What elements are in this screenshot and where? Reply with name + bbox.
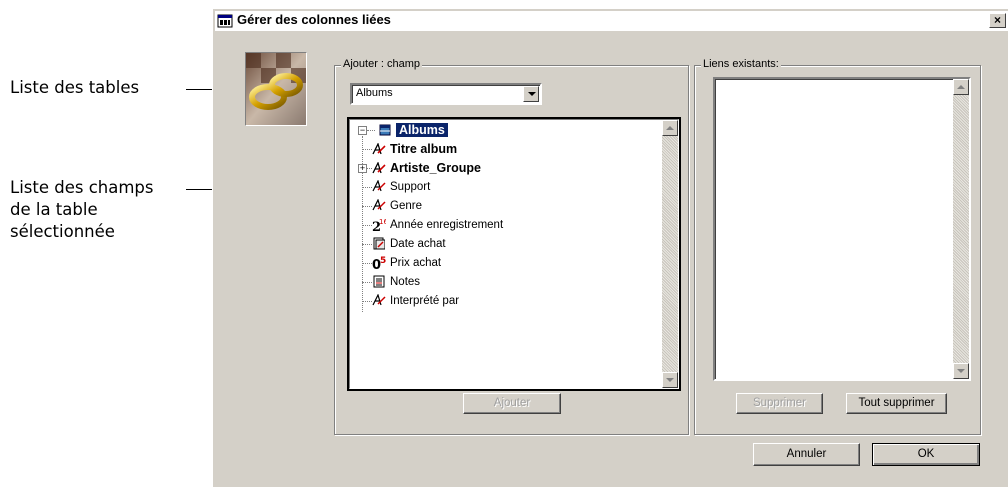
field-item-interprete-par[interactable]: Interprété par xyxy=(372,292,459,311)
scroll-up-icon[interactable] xyxy=(662,120,678,136)
scroll-up-icon[interactable] xyxy=(953,79,969,95)
field-item-titre-album[interactable]: Titre album xyxy=(372,140,457,159)
dialog-title: Gérer des colonnes liées xyxy=(237,12,391,27)
field-item-genre[interactable]: Genre xyxy=(372,197,422,216)
field-label: Date achat xyxy=(390,238,446,250)
field-label: Interprété par xyxy=(390,295,460,307)
add-button[interactable]: Ajouter xyxy=(463,393,561,414)
close-button[interactable]: × xyxy=(989,13,1006,28)
fields-tree[interactable]: − Albums Titre album + Artiste_Groupe Su… xyxy=(347,117,681,391)
callout-tables-list: Liste des tables xyxy=(10,78,140,97)
field-item-date-achat[interactable]: Date achat xyxy=(372,235,446,254)
field-label: Titre album xyxy=(390,142,458,156)
text-field-icon xyxy=(372,141,386,157)
existing-links-scrollbar[interactable] xyxy=(953,79,969,379)
text-field-icon xyxy=(372,198,386,213)
text-field-icon xyxy=(372,179,386,194)
text-field-icon xyxy=(372,293,386,308)
tree-root-table[interactable]: Albums xyxy=(378,121,448,140)
dialog-icon xyxy=(217,13,233,29)
field-label: Genre xyxy=(390,200,422,212)
tree-connector xyxy=(362,206,372,207)
svg-text:16: 16 xyxy=(379,218,386,226)
existing-links-legend: Liens existants: xyxy=(701,58,781,70)
text-field-icon xyxy=(372,160,386,176)
svg-text:5: 5 xyxy=(380,256,386,266)
tree-connector xyxy=(362,187,372,188)
field-item-artiste-groupe[interactable]: Artiste_Groupe xyxy=(372,159,481,178)
delete-all-button[interactable]: Tout supprimer xyxy=(846,393,947,414)
tree-root-label: Albums xyxy=(396,123,448,137)
cancel-button[interactable]: Annuler xyxy=(753,443,860,466)
tree-connector xyxy=(362,225,372,226)
field-item-support[interactable]: Support xyxy=(372,178,430,197)
scroll-down-icon[interactable] xyxy=(662,372,678,388)
collapse-icon[interactable]: − xyxy=(358,126,367,135)
title-bar: Gérer des colonnes liées × xyxy=(215,11,1008,31)
tree-connector xyxy=(367,130,375,131)
table-icon xyxy=(378,124,392,138)
integer-field-icon: 2 16 xyxy=(372,218,388,235)
callout-fields-list: Liste des champs de la table sélectionné… xyxy=(10,178,154,241)
tree-connector xyxy=(362,282,372,283)
field-label: Année enregistrement xyxy=(390,219,504,231)
tree-connector xyxy=(362,263,372,264)
existing-links-list[interactable] xyxy=(713,77,971,381)
field-item-notes[interactable]: Notes xyxy=(372,273,420,292)
fields-tree-list: − Albums Titre album + Artiste_Groupe Su… xyxy=(349,119,679,389)
fields-tree-scrollbar[interactable] xyxy=(662,120,678,388)
tree-connector xyxy=(362,244,372,245)
field-label: Prix achat xyxy=(390,257,442,269)
ok-button[interactable]: OK xyxy=(872,443,980,466)
memo-field-icon xyxy=(372,275,386,289)
delete-button[interactable]: Supprimer xyxy=(736,393,823,414)
date-field-icon xyxy=(372,237,386,251)
tree-connector xyxy=(362,149,372,150)
chevron-down-icon[interactable] xyxy=(523,86,539,102)
tree-connector xyxy=(362,301,372,302)
real-field-icon: 05 xyxy=(372,256,386,273)
add-field-legend: Ajouter : champ xyxy=(341,58,423,70)
field-label: Artiste_Groupe xyxy=(390,161,481,175)
manage-linked-columns-dialog: Gérer des colonnes liées × Ajouter: cha… xyxy=(212,8,1008,487)
table-select-value: Albums xyxy=(356,87,393,99)
scroll-down-icon[interactable] xyxy=(953,363,969,379)
table-select[interactable]: Albums xyxy=(350,83,542,105)
field-label: Notes xyxy=(390,276,421,288)
linked-chain-logo xyxy=(245,52,307,126)
field-label: Support xyxy=(390,181,431,193)
field-item-prix-achat[interactable]: 0 5 Prix achat xyxy=(372,254,441,273)
expand-icon[interactable]: + xyxy=(358,164,367,173)
field-item-annee-enregistrement[interactable]: 2 16 Année enregistrement xyxy=(372,216,503,235)
